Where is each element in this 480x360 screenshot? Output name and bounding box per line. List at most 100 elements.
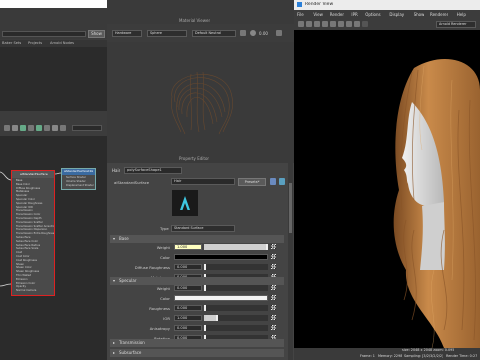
map-button-icon[interactable] xyxy=(271,325,276,330)
slider-handle[interactable] xyxy=(266,244,268,250)
show-button[interactable]: Show xyxy=(88,30,105,38)
color-swatch[interactable] xyxy=(174,254,268,260)
menu-show[interactable]: Show xyxy=(414,12,425,17)
status-memory: Memory: 2298 xyxy=(378,354,403,358)
tab-arnold-nodes[interactable]: Arnold Nodes xyxy=(50,41,74,45)
expand-arrow-icon: ▾ xyxy=(113,236,116,241)
section-transmission[interactable]: ▸ Transmission xyxy=(110,339,284,347)
section-subsurface-label: Subsurface xyxy=(119,350,142,355)
gamma-icon[interactable] xyxy=(276,30,282,36)
attribute-slider[interactable] xyxy=(204,244,268,250)
maya-icon xyxy=(297,2,302,7)
environment-dropdown[interactable]: Default Neutral xyxy=(192,30,236,37)
renderer-dropdown[interactable]: Hardware xyxy=(112,30,142,37)
attribute-value-field[interactable]: 0.000 xyxy=(174,264,202,270)
menu-help[interactable]: Help xyxy=(457,12,466,17)
section-subsurface[interactable]: ▸ Subsurface xyxy=(110,349,284,357)
tab-baker-sets[interactable]: Baker Sets xyxy=(2,41,21,45)
snap-icon[interactable] xyxy=(52,125,58,131)
input-output-icon[interactable] xyxy=(20,125,26,131)
tab-poly-surface-shape[interactable]: polySurfaceShape1 xyxy=(124,167,182,174)
attribute-slider[interactable] xyxy=(204,325,268,331)
show-icon[interactable] xyxy=(270,178,276,185)
map-button-icon[interactable] xyxy=(271,305,276,310)
status-render-time: Render Time: 0:27 xyxy=(446,354,478,358)
attribute-value-field[interactable]: 1.000 xyxy=(174,244,202,250)
graph-icon[interactable] xyxy=(4,125,10,131)
attribute-label: Anisotropy xyxy=(149,326,170,331)
menu-ipr[interactable]: IPR xyxy=(351,12,357,17)
rearrange-icon[interactable] xyxy=(36,125,42,131)
alpha-icon[interactable] xyxy=(354,21,360,27)
type-dropdown[interactable]: Standard Surface xyxy=(171,225,235,232)
hypershade-search-input[interactable] xyxy=(2,31,86,37)
menu-display[interactable]: Display xyxy=(389,12,404,17)
rgb-icon[interactable] xyxy=(346,21,352,27)
node-editor-header xyxy=(0,111,107,122)
attribute-slider[interactable] xyxy=(204,285,268,291)
property-editor-title: Property Editor xyxy=(179,156,210,161)
attribute-slider[interactable] xyxy=(204,264,268,270)
exposure-icon[interactable] xyxy=(250,30,256,36)
hypershade-tab-bar: Baker Sets Projects Arnold Nodes xyxy=(0,40,107,47)
render-icon[interactable] xyxy=(298,21,304,27)
grid-icon[interactable] xyxy=(44,125,50,131)
presets-button[interactable]: Presets* xyxy=(238,178,266,186)
attribute-value-field[interactable]: 1.000 xyxy=(174,315,202,321)
attribute-value-field[interactable]: 0.000 xyxy=(174,285,202,291)
map-button-icon[interactable] xyxy=(271,295,276,300)
status-frame: Frame: 1 xyxy=(360,354,375,358)
map-button-icon[interactable] xyxy=(271,315,276,320)
attribute-slider[interactable] xyxy=(204,315,268,321)
menu-view[interactable]: View xyxy=(313,12,323,17)
clear-graph-icon[interactable] xyxy=(28,125,34,131)
map-button-icon[interactable] xyxy=(271,244,276,249)
attribute-label: Weight xyxy=(156,245,170,250)
type-label: Type xyxy=(160,226,169,231)
tab-hair[interactable]: Hair xyxy=(112,168,120,173)
snapshot-icon[interactable] xyxy=(322,21,328,27)
hide-icon[interactable] xyxy=(279,178,285,185)
attribute-slider[interactable] xyxy=(204,305,268,311)
zoom-icon[interactable] xyxy=(362,21,368,27)
arnold-logo-icon xyxy=(180,196,190,210)
refresh-icon[interactable] xyxy=(314,21,320,27)
rendered-image[interactable] xyxy=(294,30,480,348)
swatch-icon[interactable] xyxy=(240,30,246,36)
exposure-value[interactable]: 0.00 xyxy=(259,31,268,36)
attribute-value-field[interactable]: 0.000 xyxy=(174,325,202,331)
section-base-label: Base xyxy=(119,236,129,241)
keep-image-icon[interactable] xyxy=(330,21,336,27)
section-specular[interactable]: ▾ Specular xyxy=(110,277,284,285)
attribute-value-field[interactable]: 0.000 xyxy=(174,305,202,311)
menu-options[interactable]: Options xyxy=(365,12,380,17)
renderer-select[interactable]: Arnold Renderer xyxy=(436,21,476,28)
slider-handle[interactable] xyxy=(204,285,206,291)
map-button-icon[interactable] xyxy=(271,264,276,269)
slider-handle[interactable] xyxy=(204,325,206,331)
slider-handle[interactable] xyxy=(204,264,206,270)
menu-renderer[interactable]: Renderer xyxy=(430,12,448,17)
ipr-icon[interactable] xyxy=(306,21,312,27)
slider-handle[interactable] xyxy=(204,305,206,311)
node-browser-area[interactable] xyxy=(0,47,107,111)
left-window-titlebar xyxy=(0,0,107,8)
map-button-icon[interactable] xyxy=(271,285,276,290)
frame-all-icon[interactable] xyxy=(12,125,18,131)
material-viewer-viewport[interactable] xyxy=(107,42,294,155)
scrollbar-thumb[interactable] xyxy=(289,183,292,233)
color-swatch[interactable] xyxy=(174,295,268,301)
menu-render[interactable]: Render xyxy=(330,12,344,17)
node-editor-search-input[interactable] xyxy=(72,125,102,131)
menu-file[interactable]: File xyxy=(297,12,304,17)
layout-icon[interactable] xyxy=(60,125,66,131)
material-viewer-title: Material Viewer xyxy=(179,18,211,23)
slider-handle[interactable] xyxy=(216,315,219,321)
section-base[interactable]: ▾ Base xyxy=(110,235,284,243)
tab-projects[interactable]: Projects xyxy=(28,41,42,45)
map-button-icon[interactable] xyxy=(271,254,276,259)
shader-name-input[interactable]: Hair xyxy=(171,178,235,185)
remove-image-icon[interactable] xyxy=(338,21,344,27)
attribute-label: Color xyxy=(160,296,170,301)
shape-dropdown[interactable]: Sphere xyxy=(147,30,187,37)
